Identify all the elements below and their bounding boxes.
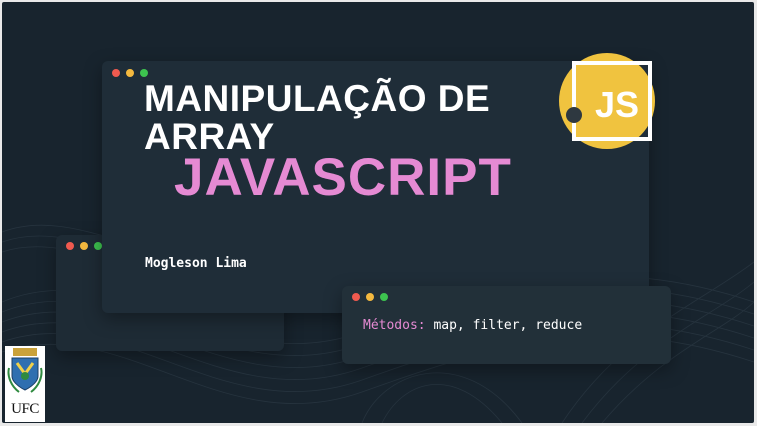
methods-line: Métodos: map, filter, reduce	[363, 318, 582, 333]
window-controls	[66, 242, 102, 250]
ufc-crest-icon	[7, 348, 43, 393]
ufc-logo-text: UFC	[11, 401, 39, 417]
close-dot-icon	[112, 69, 120, 77]
close-dot-icon	[66, 242, 74, 250]
maximize-dot-icon	[94, 242, 102, 250]
maximize-dot-icon	[380, 293, 388, 301]
slide-subtitle: JAVASCRIPT	[174, 148, 512, 207]
methods-list: map, filter, reduce	[425, 318, 583, 333]
slide: MANIPULAÇÃO DE ARRAY JAVASCRIPT Mogleson…	[2, 2, 754, 423]
minimize-dot-icon	[366, 293, 374, 301]
javascript-logo-icon: JS	[559, 53, 655, 149]
window-controls	[352, 293, 388, 301]
minimize-dot-icon	[126, 69, 134, 77]
js-logo-text: JS	[595, 84, 639, 125]
close-dot-icon	[352, 293, 360, 301]
minimize-dot-icon	[80, 242, 88, 250]
maximize-dot-icon	[140, 69, 148, 77]
methods-keyword: Métodos:	[363, 318, 426, 333]
ufc-logo: UFC	[5, 346, 45, 422]
window-controls	[112, 69, 148, 77]
author-name: Mogleson Lima	[145, 256, 247, 271]
slide-title: MANIPULAÇÃO DE ARRAY	[144, 78, 491, 157]
